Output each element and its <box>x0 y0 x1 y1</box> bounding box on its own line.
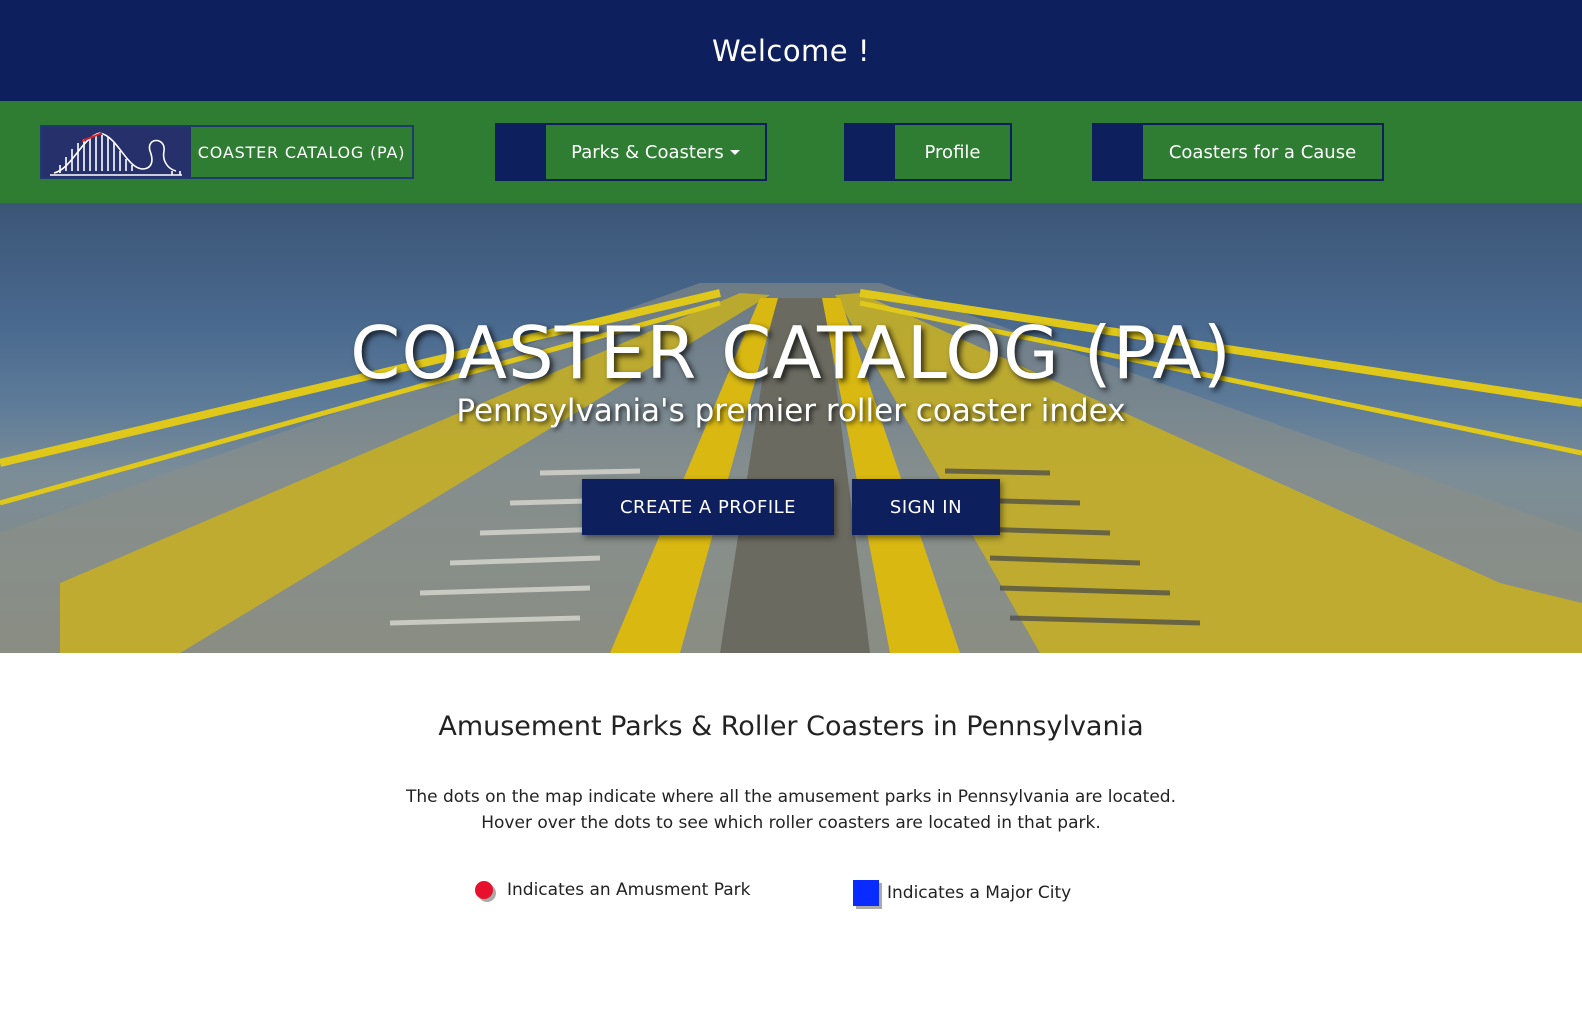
nav-coasters-for-a-cause-label: Coasters for a Cause <box>1168 141 1357 163</box>
nav-block-icon <box>497 125 546 179</box>
blue-square-icon <box>853 880 879 906</box>
legend-park-label: Indicates an Amusment Park <box>507 880 751 900</box>
legend-city-label: Indicates a Major City <box>887 883 1072 903</box>
section-heading: Amusement Parks & Roller Coasters in Pen… <box>438 711 1144 742</box>
create-profile-button[interactable]: CREATE A PROFILE <box>582 479 834 535</box>
nav-block-icon <box>846 125 895 179</box>
legend-amusement-park: Indicates an Amusment Park <box>475 880 750 900</box>
map-description: The dots on the map indicate where all t… <box>0 784 1582 836</box>
nav-parks-coasters-label: Parks & Coasters <box>571 141 724 163</box>
brand-link[interactable]: COASTER CATALOG (PA) <box>40 125 414 179</box>
main-navbar: COASTER CATALOG (PA) Parks & Coasters Pr… <box>0 101 1582 203</box>
roller-coaster-logo-icon <box>42 127 191 177</box>
nav-parks-coasters-dropdown[interactable]: Parks & Coasters <box>495 123 767 181</box>
nav-profile-link[interactable]: Profile <box>844 123 1012 181</box>
hero-subtitle: Pennsylvania's premier roller coaster in… <box>456 393 1126 429</box>
red-dot-icon <box>475 881 493 899</box>
nav-coasters-for-a-cause-link[interactable]: Coasters for a Cause <box>1092 123 1384 181</box>
brand-name: COASTER CATALOG (PA) <box>197 142 406 162</box>
legend-major-city: Indicates a Major City <box>853 880 1071 906</box>
description-line: The dots on the map indicate where all t… <box>405 787 1176 807</box>
hero-banner: COASTER CATALOG (PA) Pennsylvania's prem… <box>0 203 1582 653</box>
caret-down-icon <box>729 149 740 155</box>
welcome-banner: Welcome ! <box>0 0 1582 101</box>
welcome-heading: Welcome ! <box>712 33 870 68</box>
hero-title: COASTER CATALOG (PA) <box>350 311 1232 395</box>
sign-in-button[interactable]: SIGN IN <box>852 479 1000 535</box>
nav-profile-label: Profile <box>924 141 981 163</box>
description-line: Hover over the dots to see which roller … <box>481 813 1101 833</box>
nav-block-icon <box>1094 125 1143 179</box>
